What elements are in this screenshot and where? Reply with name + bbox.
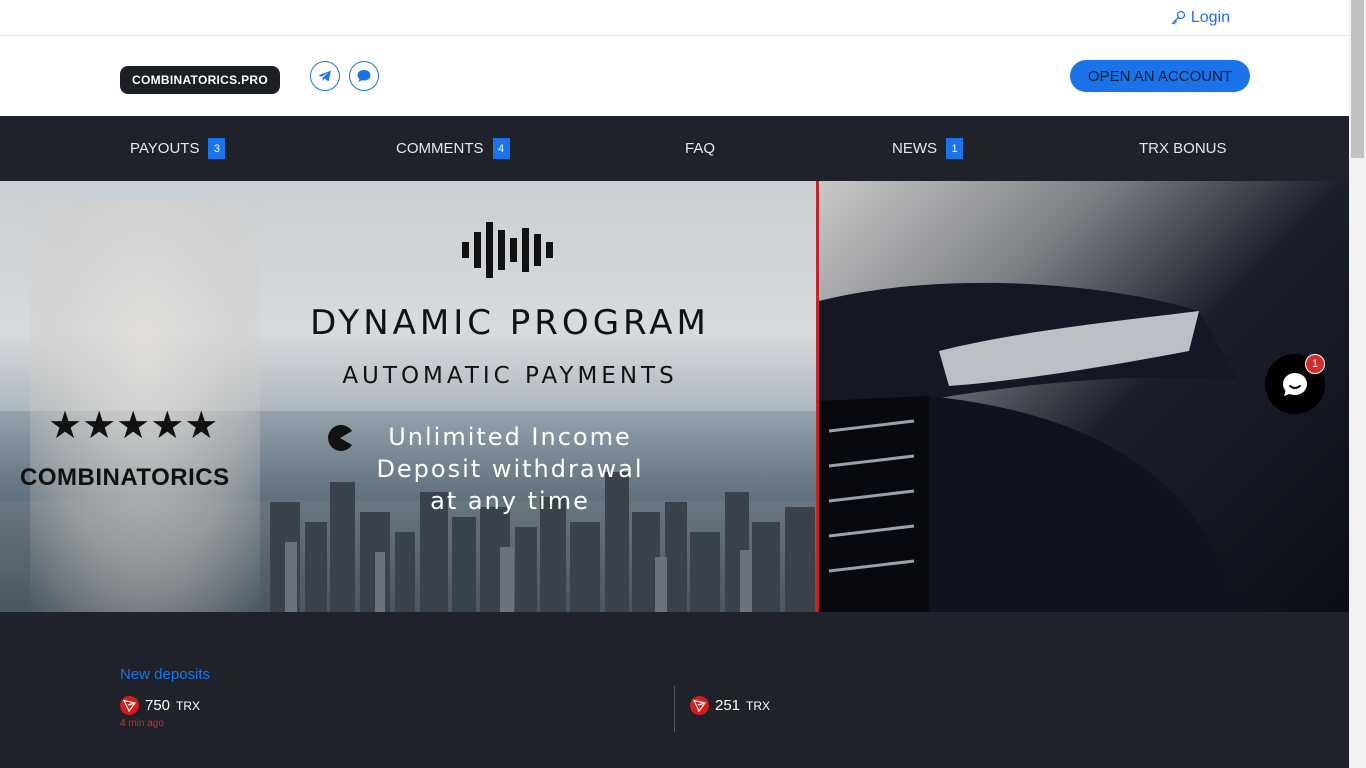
site-logo[interactable]: COMBINATORICS.PRO <box>120 66 280 94</box>
hero-banner[interactable]: DYNAMIC PROGRAM AUTOMATIC PAYMENTS Unlim… <box>0 181 1349 612</box>
scrollbar-thumb[interactable] <box>1351 0 1364 158</box>
logo-text: COMBINATORICS.PRO <box>132 73 268 87</box>
equalizer-icon <box>462 222 553 278</box>
login-label: Login <box>1190 9 1230 26</box>
nav-item-payouts[interactable]: PAYOUTS 3 <box>130 116 226 181</box>
telegram-icon <box>318 70 331 82</box>
key-icon <box>1171 10 1185 25</box>
deposit-amount: 750 <box>145 697 171 714</box>
chat-icon <box>1283 373 1307 396</box>
deposit-unit: TRX <box>176 698 201 713</box>
tron-icon <box>120 696 139 715</box>
nav-label: TRX BONUS <box>1139 140 1227 157</box>
nav-badge: 1 <box>946 138 963 159</box>
nav-badge: 3 <box>208 138 226 159</box>
deposit-unit: TRX <box>746 698 771 713</box>
deposit-separator <box>674 686 675 732</box>
deposits-section: New deposits 750 TRX 4 min ago 251 TRX <box>0 612 1349 768</box>
login-link[interactable]: Login <box>1170 9 1230 27</box>
telegram-button[interactable] <box>310 61 340 91</box>
nav-label: NEWS <box>892 140 937 157</box>
nav-item-faq[interactable]: FAQ <box>685 116 715 181</box>
deposit-entry: 251 TRX <box>690 696 770 715</box>
chat-button[interactable] <box>349 61 379 91</box>
banner-line-deposit: Deposit withdrawal <box>376 455 644 483</box>
nav-item-trx-bonus[interactable]: TRX BONUS <box>1139 116 1227 181</box>
banner-subtitle: AUTOMATIC PAYMENTS <box>342 363 678 389</box>
tron-icon <box>690 696 709 715</box>
top-bar: Login <box>0 0 1349 36</box>
chat-notification-badge: 1 <box>1305 354 1325 374</box>
nav-label: PAYOUTS <box>130 140 200 157</box>
banner-brand: COMBINATORICS <box>20 464 230 491</box>
deposit-time: 4 min ago <box>120 718 164 729</box>
banner-title: DYNAMIC PROGRAM <box>310 303 710 343</box>
nav-label: COMMENTS <box>396 140 484 157</box>
chat-bubble-icon <box>357 70 371 82</box>
deposit-entry: 750 TRX <box>120 696 200 715</box>
nav-item-news[interactable]: NEWS 1 <box>892 116 963 181</box>
nav-label: FAQ <box>685 140 716 157</box>
main-nav: PAYOUTS 3 COMMENTS 4 FAQ NEWS 1 TRX BONU… <box>0 116 1349 181</box>
deposit-amount: 251 <box>715 697 741 714</box>
banner-line-unlimited: Unlimited Income <box>388 423 632 451</box>
banner-city-image <box>0 181 817 612</box>
nav-item-comments[interactable]: COMMENTS 4 <box>396 116 510 181</box>
deposits-title: New deposits <box>120 666 211 683</box>
nav-badge: 4 <box>492 138 510 159</box>
banner-line-anytime: at any time <box>430 487 590 515</box>
site-header: COMBINATORICS.PRO OPEN AN ACCOUNT <box>0 36 1349 116</box>
rating-stars: ★★★★★ <box>48 405 219 447</box>
open-account-button[interactable]: OPEN AN ACCOUNT <box>1070 60 1250 92</box>
